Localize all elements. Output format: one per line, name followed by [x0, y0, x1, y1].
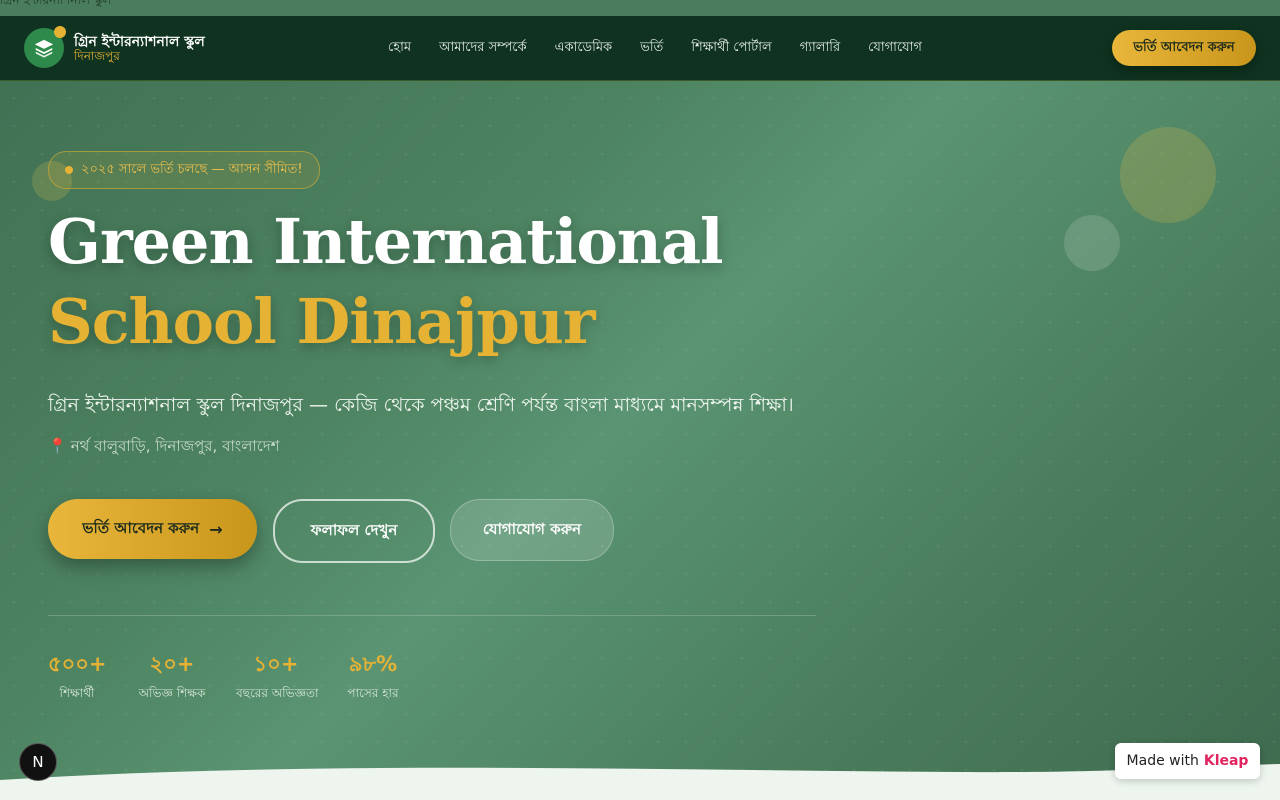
location-text: নর্থ বালুবাড়ি, দিনাজপুর, বাংলাদেশ: [70, 437, 280, 455]
stat-value: ১০+: [253, 652, 299, 676]
hero-tagline: গ্রিন ইন্টারন্যাশনাল স্কুল দিনাজপুর — কে…: [48, 394, 794, 416]
location-pin-icon: 📍: [48, 437, 67, 455]
nav-link-admission[interactable]: ভর্তি: [640, 38, 663, 59]
made-with-badge[interactable]: Made with Kleap: [1115, 743, 1260, 779]
n-logo-icon: N: [32, 753, 44, 771]
logo-badge-dot: [54, 26, 66, 38]
made-with-text: Made with: [1126, 753, 1199, 769]
nav-link-contact[interactable]: যোগাযোগ: [868, 38, 922, 59]
decorative-circle: [1120, 127, 1216, 223]
badge-dot-icon: [65, 166, 73, 174]
made-with-brand: Kleap: [1203, 753, 1249, 769]
nav-link-home[interactable]: হোম: [388, 38, 411, 59]
hero-title-line1: Green International: [48, 205, 724, 278]
stat-pass-rate: ৯৮% পাসের হার: [344, 648, 402, 705]
next-dev-button[interactable]: N: [19, 743, 57, 781]
nav-apply-button[interactable]: ভর্তি আবেদন করুন: [1112, 30, 1256, 66]
admission-badge: ২০২৫ সালে ভর্তি চলছে — আসন সীমিত!: [48, 151, 320, 189]
nav-link-student-portal[interactable]: শিক্ষার্থী পোর্টাল: [691, 38, 771, 59]
stat-label: অভিজ্ঞ শিক্ষক: [138, 686, 206, 700]
nav-link-gallery[interactable]: গ্যালারি: [800, 38, 840, 59]
top-strip: গ্রিন ইন্টারন্যাশনাল স্কুল: [0, 0, 1280, 16]
hero-location: 📍 নর্থ বালুবাড়ি, দিনাজপুর, বাংলাদেশ: [48, 435, 280, 460]
stat-experience: ১০+ বছরের অভিজ্ঞতা: [236, 648, 319, 705]
layers-icon: [34, 39, 54, 58]
navbar: গ্রিন ইন্টারন্যাশনাল স্কুল দিনাজপুর হোম …: [0, 16, 1280, 81]
bottom-wave: [0, 764, 1280, 800]
arrow-right-icon: →: [209, 519, 223, 539]
contact-button[interactable]: যোগাযোগ করুন: [450, 499, 614, 561]
admission-badge-text: ২০২৫ সালে ভর্তি চলছে — আসন সীমিত!: [81, 161, 303, 177]
nav-link-about[interactable]: আমাদের সম্পর্কে: [439, 38, 526, 59]
stat-label: পাসের হার: [347, 686, 399, 700]
nav-link-academic[interactable]: একাডেমিক: [555, 38, 613, 59]
apply-button-label: ভর্তি আবেদন করুন: [82, 518, 200, 537]
nav-links: হোম আমাদের সম্পর্কে একাডেমিক ভর্তি শিক্ষ…: [388, 38, 922, 59]
view-results-button[interactable]: ফলাফল দেখুন: [273, 499, 435, 563]
stat-students: ৫০০+ শিক্ষার্থী: [48, 648, 107, 705]
stat-label: শিক্ষার্থী: [59, 686, 95, 700]
stat-label: বছরের অভিজ্ঞতা: [236, 686, 319, 700]
apply-button[interactable]: ভর্তি আবেদন করুন →: [48, 499, 257, 559]
decorative-circle: [1064, 215, 1120, 271]
view-results-label: ফলাফল দেখুন: [310, 520, 398, 539]
top-strip-text: গ্রিন ইন্টারন্যাশনাল স্কুল: [0, 0, 112, 7]
stat-value: ৯৮%: [348, 652, 398, 676]
stats-divider: [48, 615, 816, 616]
stat-value: ২০+: [149, 652, 195, 676]
hero-title-line2: School Dinajpur: [48, 285, 596, 358]
stat-value: ৫০০+: [48, 652, 107, 676]
stat-teachers: ২০+ অভিজ্ঞ শিক্ষক: [136, 648, 208, 705]
brand-subtitle: দিনাজপুর: [74, 49, 120, 63]
contact-button-label: যোগাযোগ করুন: [482, 519, 582, 538]
